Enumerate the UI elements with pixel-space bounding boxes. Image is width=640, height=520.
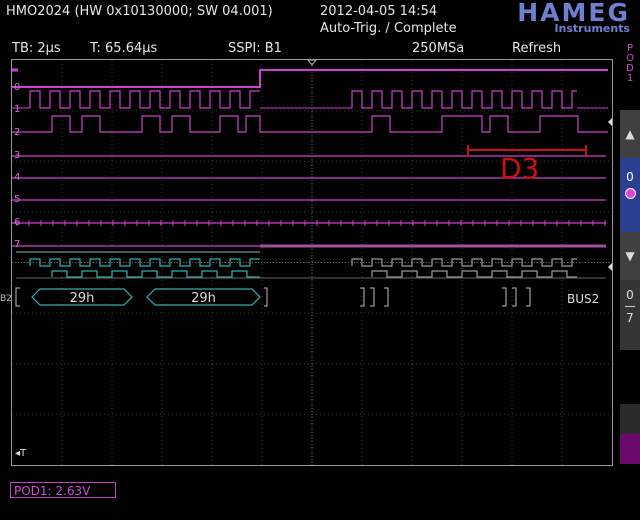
bus-frame-1-label: 29h [70,291,95,306]
device-info: HMO2024 (HW 0x10130000; SW 04.001) [6,4,273,19]
channel-label-1: 1 [14,104,21,115]
pod-tab-label: POD1 [626,43,634,84]
bus-data-left [51,270,260,278]
bus-bracket-4 [512,287,517,307]
waveform-display[interactable]: 29h 29h BUS2 D3 ◂T 0 1 2 3 4 5 6 7 [11,59,613,466]
channel-select-value: 0 [626,170,634,184]
range-bottom: 7 [626,311,634,325]
bus-bracket-mid [264,287,268,307]
bus-frame-2-label: 29h [191,291,216,306]
hameg-logo: HAMEG Instruments [517,0,630,34]
channel-label-7: 7 [14,239,21,250]
channel-range-button[interactable]: 0 7 [620,280,640,350]
sample-rate: 250MSa [412,41,465,56]
pod-tab[interactable]: POD1 [620,42,640,94]
softkey-pod[interactable] [620,434,640,464]
trace-end-marker-up [608,118,612,126]
range-divider [625,306,635,307]
channel-label-0: 0 [14,82,21,93]
channel-0-trace [12,69,608,88]
bus-bracket-left [15,287,20,307]
acquisition-mode[interactable]: Refresh [512,41,561,56]
bus-data-right [371,270,577,278]
bus-bracket-1 [370,287,375,307]
softkey-blank[interactable] [620,404,640,434]
bus-bracket-5 [526,287,531,307]
scroll-down-button[interactable]: ▼ [620,232,640,280]
scroll-up-button[interactable]: ▲ [620,110,640,158]
bus-label-left: B2 [0,294,12,304]
channel-active-dot [624,188,636,199]
bus-bracket-3 [502,287,507,307]
trace-end-marker-down [608,263,612,271]
trigger-status: Auto-Trig. / Complete [320,21,457,36]
channel-label-4: 4 [14,172,21,183]
time-marker: ◂T [15,448,27,459]
channel-1-trace-left [29,90,260,109]
range-top: 0 [626,288,634,302]
bus-bracket-2 [384,287,389,307]
timebase[interactable]: TB: 2µs [12,41,61,56]
waveform-canvas: 29h 29h BUS2 D3 ◂T [12,60,612,465]
datetime: 2012-04-05 14:54 [320,4,438,19]
right-softkey-panel: POD1 ▲ 0 ▼ 0 7 [620,42,640,520]
channel-label-2: 2 [14,127,21,138]
channel-select-button[interactable]: 0 [620,158,640,232]
trigger-time[interactable]: T: 65.64µs [90,41,157,56]
channel-2-trace [12,115,608,133]
pod-threshold-readout[interactable]: POD1: 2.63V [10,482,116,498]
cursor-d3-label: D3 [500,152,539,185]
trigger-source[interactable]: SSPI: B1 [228,41,282,56]
bus-name: BUS2 [567,292,599,306]
channel-1-trace-right [351,90,577,109]
channel-label-5: 5 [14,194,21,205]
channel-label-3: 3 [14,150,21,161]
channel-label-6: 6 [14,217,21,228]
